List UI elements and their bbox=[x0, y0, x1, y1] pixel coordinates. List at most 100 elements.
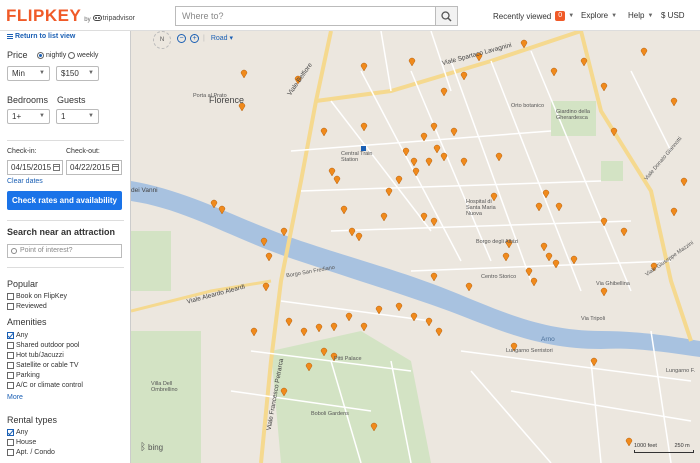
chevron-down-icon: ▼ bbox=[39, 113, 45, 119]
zoom-out-button[interactable]: − bbox=[177, 33, 186, 43]
chevron-down-icon: ▼ bbox=[647, 12, 654, 19]
park-area bbox=[601, 161, 623, 181]
guests-label: Guests bbox=[57, 95, 86, 105]
recently-viewed-label: Recently viewed bbox=[493, 11, 552, 21]
bing-logo: ᛒ bing bbox=[140, 442, 163, 453]
popular-book-on-flipkey[interactable]: Book on FlipKey bbox=[7, 293, 67, 300]
bing-text: bing bbox=[148, 443, 164, 452]
map-label-porta-al-prato: Porta al Prato bbox=[193, 93, 227, 99]
logo-by: by bbox=[84, 17, 91, 23]
flipkey-logo[interactable]: FLIPKEY by tripadvisor bbox=[6, 6, 135, 26]
checkbox-label: Any bbox=[16, 429, 29, 436]
rental-any[interactable]: Any bbox=[7, 429, 28, 436]
bedrooms-label: Bedrooms bbox=[7, 95, 49, 105]
radio-weekly[interactable]: weekly bbox=[68, 52, 98, 59]
compass-control[interactable]: N bbox=[153, 31, 171, 49]
checkbox-checked bbox=[7, 429, 14, 436]
amenity-satellite-tv[interactable]: Satellite or cable TV bbox=[7, 362, 79, 369]
checkbox-label: Satellite or cable TV bbox=[16, 362, 79, 369]
radio-label: nightly bbox=[46, 52, 67, 59]
search-input[interactable] bbox=[176, 7, 435, 25]
viale-ring-road bbox=[579, 31, 693, 342]
price-max-select[interactable]: $150 ▼ bbox=[56, 66, 99, 81]
guests-select[interactable]: 1 ▼ bbox=[56, 109, 99, 124]
chevron-down-icon: ▼ bbox=[611, 12, 618, 19]
chevron-down-icon: ▼ bbox=[88, 70, 94, 76]
amenity-ac[interactable]: A/C or climate control bbox=[7, 382, 83, 389]
bedrooms-select[interactable]: 1+ ▼ bbox=[7, 109, 50, 124]
destination-search bbox=[175, 6, 458, 26]
amenities-heading: Amenities bbox=[7, 317, 47, 327]
radio-dot bbox=[68, 52, 75, 59]
checkbox bbox=[7, 303, 14, 310]
check-rates-button[interactable]: Check rates and availability bbox=[7, 191, 122, 210]
calendar-icon[interactable] bbox=[112, 164, 119, 171]
map-view[interactable]: N − + | Road ▾ Florence Viale Belfiore V… bbox=[131, 31, 700, 463]
select-value: $150 bbox=[61, 69, 79, 78]
viale-lavagnini-road bbox=[315, 31, 582, 103]
radio-dot bbox=[37, 52, 44, 59]
checkout-date-field[interactable]: 04/22/2015 bbox=[66, 160, 122, 175]
map-label-boboli: Boboli Gardens bbox=[311, 411, 349, 417]
price-min-select[interactable]: Min ▼ bbox=[7, 66, 50, 81]
checkbox bbox=[7, 449, 14, 456]
tripadvisor-logo: tripadvisor bbox=[92, 14, 135, 22]
park-area bbox=[131, 231, 171, 291]
search-button[interactable] bbox=[435, 7, 457, 25]
map-label-centro-storico: Centro Storico bbox=[481, 274, 517, 280]
amenity-hot-tub[interactable]: Hot tub/Jacuzzi bbox=[7, 352, 64, 359]
return-to-list-link[interactable]: Return to list view bbox=[7, 33, 75, 40]
map-scale: 1000 feet 250 m bbox=[634, 443, 694, 453]
map-controls: N − + | Road ▾ bbox=[153, 31, 233, 49]
checkbox bbox=[7, 382, 14, 389]
map-style-select[interactable]: Road ▾ bbox=[211, 34, 233, 42]
nav-currency[interactable]: $ USD bbox=[661, 11, 685, 20]
amenity-any[interactable]: Any bbox=[7, 332, 28, 339]
chevron-down-icon: ▼ bbox=[568, 13, 575, 19]
map-label-arno: Arno bbox=[541, 336, 555, 343]
clear-dates-link[interactable]: Clear dates bbox=[7, 178, 43, 185]
nav-recently-viewed[interactable]: Recently viewed 0 ▼ bbox=[493, 11, 574, 21]
chevron-down-icon: ▼ bbox=[39, 70, 45, 76]
tripadvisor-text: tripadvisor bbox=[102, 14, 135, 22]
chevron-down-icon: ▾ bbox=[229, 35, 234, 42]
amenities-more-link[interactable]: More bbox=[7, 394, 23, 401]
scale-bar bbox=[634, 450, 694, 453]
popular-reviewed[interactable]: Reviewed bbox=[7, 303, 47, 310]
zoom-in-button[interactable]: + bbox=[190, 33, 199, 43]
rental-apt-condo[interactable]: Apt. / Condo bbox=[7, 449, 55, 456]
map-label-via-dei-vanni: dei Vanni bbox=[131, 187, 158, 194]
checkbox-label: A/C or climate control bbox=[16, 382, 83, 389]
map-label-via-ghibellina: Via Ghibellina bbox=[596, 281, 630, 287]
select-value: 1 bbox=[61, 112, 66, 121]
arno-river bbox=[131, 181, 700, 357]
amenity-parking[interactable]: Parking bbox=[7, 372, 40, 379]
radio-label: weekly bbox=[77, 52, 99, 59]
calendar-icon[interactable] bbox=[53, 164, 60, 171]
map-label-train-station: Central Train Station bbox=[341, 151, 373, 163]
search-icon bbox=[441, 10, 452, 22]
checkbox-label: Shared outdoor pool bbox=[16, 342, 80, 349]
checkbox-label: Apt. / Condo bbox=[16, 449, 55, 456]
top-header: FLIPKEY by tripadvisor Recently viewed 0… bbox=[0, 0, 700, 31]
poi-input[interactable]: Point of interest? bbox=[7, 244, 122, 258]
amenity-shared-pool[interactable]: Shared outdoor pool bbox=[7, 342, 79, 349]
bing-b-icon: ᛒ bbox=[140, 442, 146, 453]
select-value: Min bbox=[12, 69, 25, 78]
checkbox bbox=[7, 372, 14, 379]
explore-label: Explore bbox=[581, 11, 609, 20]
rental-types-heading: Rental types bbox=[7, 415, 58, 425]
recent-count-badge: 0 bbox=[555, 11, 566, 21]
rental-house[interactable]: House bbox=[7, 439, 36, 446]
map-label-orto-botanico: Orto botanico bbox=[511, 103, 545, 109]
return-link-text: Return to list view bbox=[15, 33, 76, 40]
map-label-pitti: Pitti Palace bbox=[334, 356, 362, 362]
radio-nightly[interactable]: nightly bbox=[37, 52, 66, 59]
checkin-date-field[interactable]: 04/15/2015 bbox=[7, 160, 63, 175]
checkbox-label: Any bbox=[16, 332, 29, 339]
nav-explore[interactable]: Explore ▼ bbox=[581, 11, 617, 20]
search-icon bbox=[11, 248, 17, 254]
nav-help[interactable]: Help ▼ bbox=[628, 11, 653, 20]
chevron-down-icon: ▼ bbox=[88, 113, 94, 119]
select-value: 1+ bbox=[12, 112, 22, 121]
